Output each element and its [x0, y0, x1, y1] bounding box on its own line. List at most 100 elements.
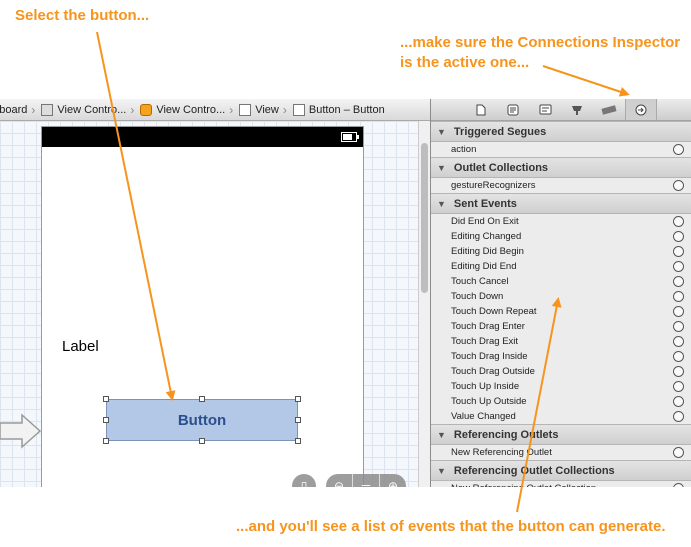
battery-icon — [341, 132, 359, 142]
device-orientation-button[interactable]: ▯ — [292, 474, 316, 487]
section-header[interactable]: ▼ Referencing Outlet Collections — [431, 460, 691, 481]
connection-row: Touch Up Inside — [431, 379, 691, 394]
chevron-right-icon: › — [282, 102, 287, 117]
breadcrumb-item-storyboard[interactable]: oryboard› — [0, 103, 38, 117]
section-title: Triggered Segues — [453, 125, 547, 138]
breadcrumb-item-scene[interactable]: View Contro... › — [38, 103, 137, 117]
connection-label: Touch Up Inside — [451, 381, 520, 392]
section-title: Sent Events — [453, 197, 517, 210]
resize-handle-left[interactable] — [103, 417, 109, 423]
canvas-vertical-scrollbar[interactable] — [418, 121, 430, 487]
disclosure-triangle-icon[interactable]: ▼ — [437, 466, 446, 476]
view-icon — [239, 103, 252, 116]
view-controller-scene-icon — [41, 103, 54, 116]
jump-bar: oryboard› View Contro...› View Contro...… — [0, 99, 430, 121]
section-header[interactable]: ▼ Triggered Segues — [431, 121, 691, 142]
zoom-actual-size-button[interactable]: ═ — [353, 474, 380, 487]
disclosure-triangle-icon[interactable]: ▼ — [437, 430, 446, 440]
inspector-selector-bar — [431, 99, 691, 121]
section-header[interactable]: ▼ Referencing Outlets — [431, 424, 691, 445]
section-title: Outlet Collections — [453, 161, 549, 174]
connection-label: action — [451, 144, 477, 155]
connection-circle-icon[interactable] — [673, 447, 684, 458]
identity-inspector-icon[interactable] — [529, 99, 561, 120]
resize-handle-top-left[interactable] — [103, 396, 109, 402]
connection-circle-icon[interactable] — [673, 216, 684, 227]
connection-label: Touch Drag Enter — [451, 321, 525, 332]
view-controller-view[interactable]: Label Button — [41, 126, 364, 487]
resize-handle-bottom-right[interactable] — [295, 438, 301, 444]
connection-row: Touch Down — [431, 289, 691, 304]
connection-row: Editing Changed — [431, 229, 691, 244]
size-inspector-icon[interactable] — [593, 99, 625, 120]
connection-row: Touch Drag Outside — [431, 364, 691, 379]
disclosure-triangle-icon[interactable]: ▼ — [437, 163, 446, 173]
connection-label: New Referencing Outlet — [451, 447, 552, 458]
section-header[interactable]: ▼ Outlet Collections — [431, 157, 691, 178]
connection-row: Editing Did Begin — [431, 244, 691, 259]
connection-circle-icon[interactable] — [673, 381, 684, 392]
segue-entry-arrow-icon — [0, 413, 42, 449]
connection-circle-icon[interactable] — [673, 144, 684, 155]
zoom-in-button[interactable]: ⊕ — [380, 474, 406, 487]
callout-events-list: ...and you'll see a list of events that … — [236, 518, 666, 535]
connection-label: Did End On Exit — [451, 216, 519, 227]
quick-help-icon[interactable] — [497, 99, 529, 120]
connection-row: New Referencing Outlet — [431, 445, 691, 460]
breadcrumb-item-view[interactable]: View › — [236, 103, 290, 117]
zoom-out-button[interactable]: ⊖ — [326, 474, 353, 487]
attributes-inspector-icon[interactable] — [561, 99, 593, 120]
connection-circle-icon[interactable] — [673, 180, 684, 191]
chevron-right-icon: › — [130, 102, 135, 117]
connection-circle-icon[interactable] — [673, 366, 684, 377]
connection-row: action — [431, 142, 691, 157]
breadcrumb-item-view-controller[interactable]: View Contro... › — [137, 103, 236, 117]
connection-circle-icon[interactable] — [673, 261, 684, 272]
callout-connections-inspector-line1: ...make sure the Connections Inspector — [400, 34, 681, 51]
connection-circle-icon[interactable] — [673, 321, 684, 332]
ui-button[interactable]: Button — [106, 399, 298, 441]
connection-label: Value Changed — [451, 411, 516, 422]
connection-circle-icon[interactable] — [673, 291, 684, 302]
connection-circle-icon[interactable] — [673, 246, 684, 257]
connection-circle-icon[interactable] — [673, 483, 684, 487]
chevron-right-icon: › — [229, 102, 234, 117]
connection-label: Editing Did Begin — [451, 246, 524, 257]
connection-circle-icon[interactable] — [673, 411, 684, 422]
connection-label: Touch Up Outside — [451, 396, 527, 407]
connection-label: Editing Did End — [451, 261, 517, 272]
connection-row: New Referencing Outlet Collection — [431, 481, 691, 487]
connections-inspector-icon[interactable] — [625, 99, 657, 120]
callout-select-button: Select the button... — [15, 7, 150, 24]
utilities-inspector: ▼ Triggered Segues action ▼ Outlet Collectio… — [430, 99, 691, 487]
resize-handle-right[interactable] — [295, 417, 301, 423]
connection-circle-icon[interactable] — [673, 336, 684, 347]
ui-label[interactable]: Label — [62, 338, 99, 355]
resize-handle-bottom[interactable] — [199, 438, 205, 444]
connection-circle-icon[interactable] — [673, 306, 684, 317]
connection-row: gestureRecognizers — [431, 178, 691, 193]
connection-circle-icon[interactable] — [673, 351, 684, 362]
connection-label: Touch Drag Exit — [451, 336, 519, 347]
file-inspector-icon[interactable] — [465, 99, 497, 120]
resize-handle-top-right[interactable] — [295, 396, 301, 402]
disclosure-triangle-icon[interactable]: ▼ — [437, 127, 446, 137]
scrollbar-thumb[interactable] — [421, 143, 428, 293]
connection-label: Touch Drag Inside — [451, 351, 528, 362]
breadcrumb-item-button[interactable]: Button – Button — [290, 103, 388, 116]
disclosure-triangle-icon[interactable]: ▼ — [437, 199, 446, 209]
connection-label: New Referencing Outlet Collection — [451, 483, 596, 487]
section-title: Referencing Outlets — [453, 428, 559, 441]
connection-circle-icon[interactable] — [673, 231, 684, 242]
connection-row: Did End On Exit — [431, 214, 691, 229]
resize-handle-top[interactable] — [199, 396, 205, 402]
chevron-right-icon: › — [31, 102, 36, 117]
connection-circle-icon[interactable] — [673, 276, 684, 287]
storyboard-canvas[interactable]: Label Button ▯ ⊖ ═ ⊕ — [0, 121, 430, 487]
connection-label: Touch Down — [451, 291, 504, 302]
resize-handle-bottom-left[interactable] — [103, 438, 109, 444]
connection-circle-icon[interactable] — [673, 396, 684, 407]
section-header[interactable]: ▼ Sent Events — [431, 193, 691, 214]
connection-row: Editing Did End — [431, 259, 691, 274]
callout-connections-inspector-line2: is the active one... — [400, 54, 530, 71]
